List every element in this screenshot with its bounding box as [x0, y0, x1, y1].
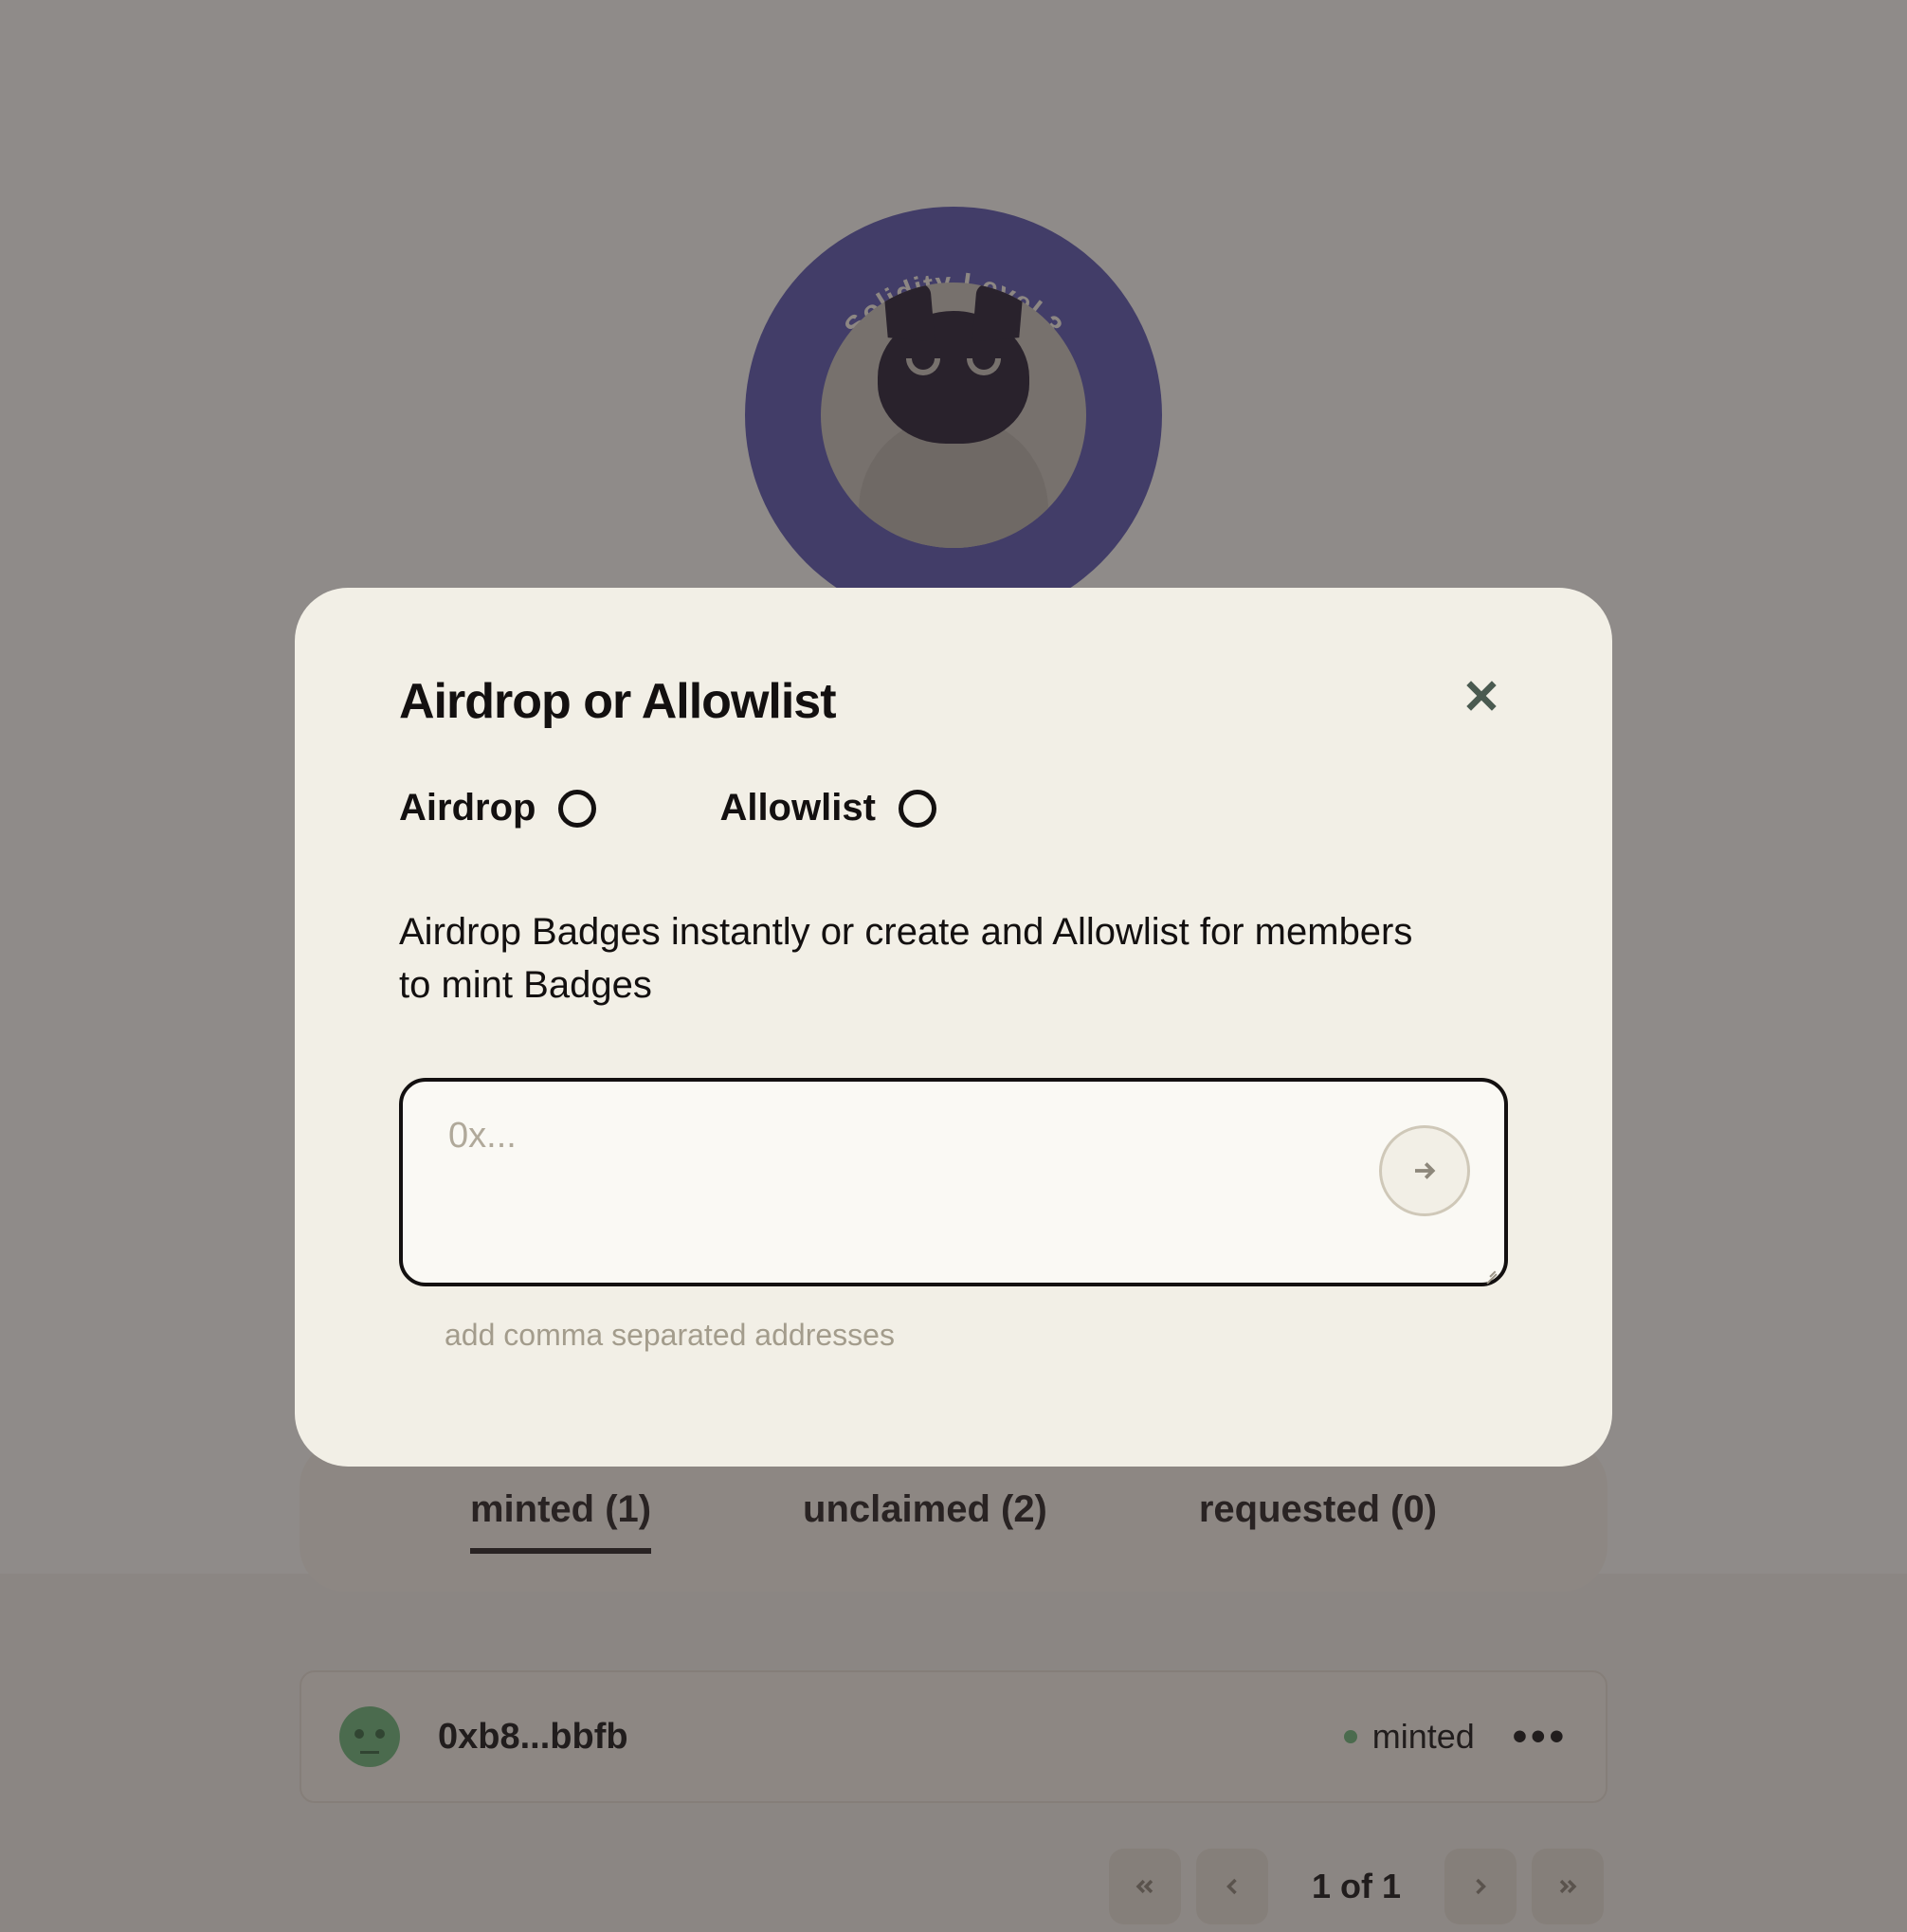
radio-airdrop[interactable]: Airdrop	[399, 787, 596, 829]
arrow-right-icon	[1410, 1157, 1439, 1185]
textarea-resize-handle[interactable]	[1481, 1265, 1498, 1282]
submit-addresses-button[interactable]	[1379, 1125, 1470, 1216]
modal-title: Airdrop or Allowlist	[399, 673, 836, 730]
radio-circle-icon	[558, 790, 596, 828]
addresses-input-wrap	[399, 1078, 1508, 1291]
radio-allowlist-label: Allowlist	[719, 787, 875, 829]
modal-description: Airdrop Badges instantly or create and A…	[399, 905, 1442, 1012]
modal-header: Airdrop or Allowlist	[399, 673, 1508, 730]
mode-radio-group: Airdrop Allowlist	[399, 787, 1508, 829]
radio-allowlist[interactable]: Allowlist	[719, 787, 935, 829]
radio-circle-icon	[899, 790, 936, 828]
airdrop-allowlist-modal: Airdrop or Allowlist Airdrop Allowlist A…	[295, 588, 1612, 1467]
radio-airdrop-label: Airdrop	[399, 787, 536, 829]
addresses-input-hint: add comma separated addresses	[445, 1318, 1508, 1353]
addresses-input[interactable]	[399, 1078, 1508, 1286]
close-button[interactable]	[1455, 669, 1508, 727]
close-icon	[1462, 677, 1500, 715]
